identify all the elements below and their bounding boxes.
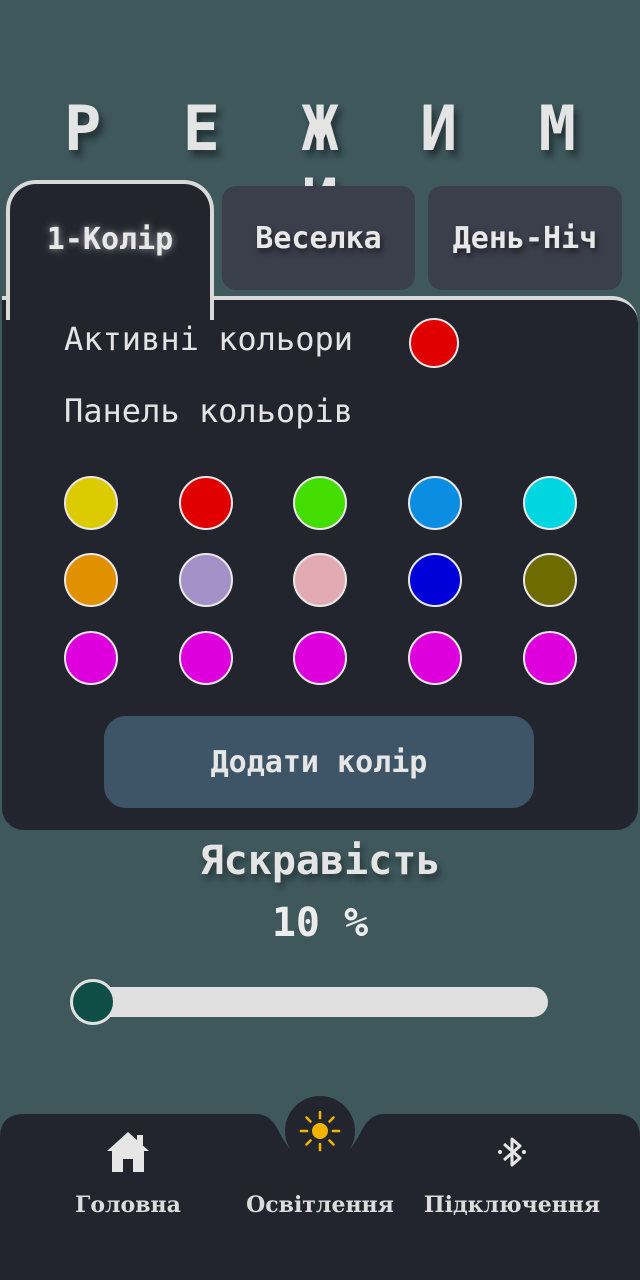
nav-item-connection-label: Підключення [423, 1192, 601, 1218]
palette-swatch[interactable] [64, 553, 118, 607]
palette-swatch[interactable] [408, 476, 462, 530]
palette-swatch[interactable] [523, 553, 577, 607]
home-icon [107, 1132, 149, 1172]
sun-icon [299, 1110, 341, 1152]
nav-item-connection[interactable]: Підключення [424, 1114, 600, 1280]
tab-panel-joint [10, 290, 210, 310]
active-color-swatch[interactable] [409, 318, 459, 368]
nav-item-lighting-label: Освітлення [246, 1192, 394, 1218]
palette-swatch[interactable] [64, 631, 118, 685]
palette-swatch[interactable] [293, 631, 347, 685]
palette-swatch[interactable] [179, 553, 233, 607]
tab-day-night-label: День-Ніч [452, 220, 598, 256]
palette-swatch[interactable] [64, 476, 118, 530]
brightness-value: 10 % [271, 900, 369, 946]
palette-swatch[interactable] [523, 631, 577, 685]
palette-swatch[interactable] [408, 631, 462, 685]
tab-day-night[interactable]: День-Ніч [428, 186, 622, 290]
nav-item-home[interactable]: Головна [60, 1114, 196, 1280]
lighting-active-button[interactable] [285, 1096, 355, 1166]
add-color-button-label: Додати колір [210, 744, 428, 780]
palette-swatch[interactable] [523, 476, 577, 530]
add-color-button[interactable]: Додати колір [104, 716, 534, 808]
palette-swatch[interactable] [293, 553, 347, 607]
brightness-slider-track[interactable] [76, 987, 548, 1017]
tab-rainbow-label: Веселка [255, 220, 382, 256]
active-colors-label: Активні кольори [64, 320, 353, 358]
palette-label: Панель кольорів [64, 392, 353, 430]
palette-swatch[interactable] [179, 631, 233, 685]
tab-one-color-label: 1-Колір [46, 222, 174, 257]
brightness-title: Яскравість [199, 838, 441, 884]
tab-rainbow[interactable]: Веселка [222, 186, 415, 290]
palette-swatch[interactable] [293, 476, 347, 530]
palette-swatch[interactable] [179, 476, 233, 530]
bluetooth-icon [498, 1137, 526, 1167]
brightness-slider-thumb[interactable] [70, 979, 116, 1025]
nav-item-home-label: Головна [75, 1192, 181, 1218]
palette-swatch[interactable] [408, 553, 462, 607]
